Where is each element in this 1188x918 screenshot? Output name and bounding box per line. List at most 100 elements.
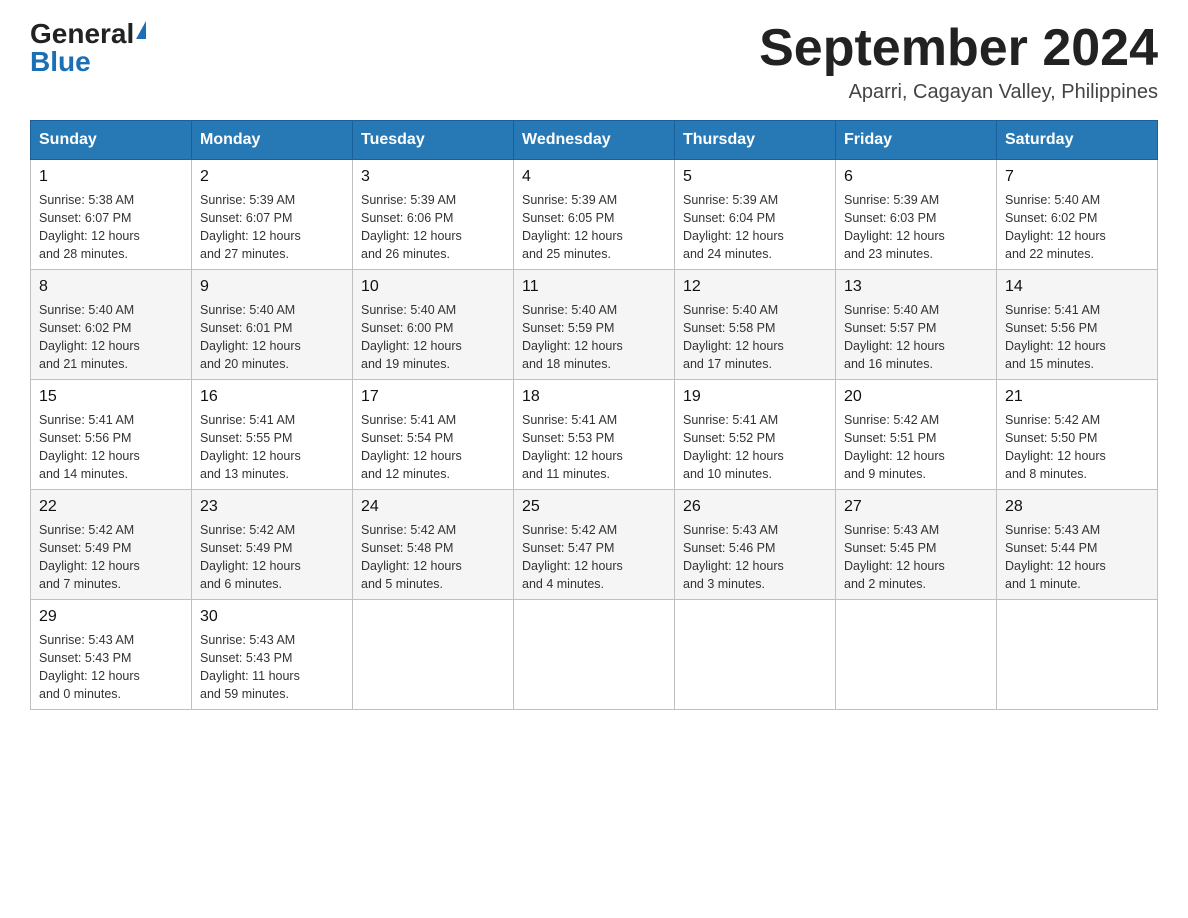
sunset-label: Sunset: bbox=[1005, 431, 1047, 445]
day-info: Sunrise: 5:41 AM Sunset: 5:52 PM Dayligh… bbox=[683, 411, 827, 484]
day-info: Sunrise: 5:39 AM Sunset: 6:04 PM Dayligh… bbox=[683, 191, 827, 264]
sunset-label: Sunset: bbox=[522, 321, 564, 335]
sunrise-label: Sunrise: bbox=[361, 413, 407, 427]
header-thursday: Thursday bbox=[675, 121, 836, 160]
day-info: Sunrise: 5:40 AM Sunset: 6:01 PM Dayligh… bbox=[200, 301, 344, 374]
calendar-cell: 22 Sunrise: 5:42 AM Sunset: 5:49 PM Dayl… bbox=[31, 490, 192, 600]
sunset-label: Sunset: bbox=[1005, 211, 1047, 225]
header-sunday: Sunday bbox=[31, 121, 192, 160]
sunrise-label: Sunrise: bbox=[39, 413, 85, 427]
sunset-label: Sunset: bbox=[39, 321, 81, 335]
sunrise-label: Sunrise: bbox=[522, 193, 568, 207]
day-info: Sunrise: 5:40 AM Sunset: 5:59 PM Dayligh… bbox=[522, 301, 666, 374]
sunset-label: Sunset: bbox=[200, 541, 242, 555]
calendar-cell: 8 Sunrise: 5:40 AM Sunset: 6:02 PM Dayli… bbox=[31, 270, 192, 380]
calendar-cell: 3 Sunrise: 5:39 AM Sunset: 6:06 PM Dayli… bbox=[353, 160, 514, 270]
sunrise-label: Sunrise: bbox=[683, 303, 729, 317]
daylight-label: Daylight: bbox=[361, 449, 410, 463]
sunrise-label: Sunrise: bbox=[683, 413, 729, 427]
day-number: 5 bbox=[683, 166, 827, 188]
week-row-1: 1 Sunrise: 5:38 AM Sunset: 6:07 PM Dayli… bbox=[31, 160, 1158, 270]
day-info: Sunrise: 5:40 AM Sunset: 5:57 PM Dayligh… bbox=[844, 301, 988, 374]
sunrise-label: Sunrise: bbox=[361, 523, 407, 537]
day-number: 21 bbox=[1005, 386, 1149, 408]
day-number: 17 bbox=[361, 386, 505, 408]
daylight-label: Daylight: bbox=[200, 449, 249, 463]
logo-blue-text: Blue bbox=[30, 48, 91, 76]
daylight-label: Daylight: bbox=[39, 339, 88, 353]
sunset-label: Sunset: bbox=[361, 431, 403, 445]
sunset-label: Sunset: bbox=[1005, 321, 1047, 335]
daylight-label: Daylight: bbox=[844, 229, 893, 243]
sunrise-label: Sunrise: bbox=[200, 193, 246, 207]
day-number: 3 bbox=[361, 166, 505, 188]
calendar-cell: 4 Sunrise: 5:39 AM Sunset: 6:05 PM Dayli… bbox=[514, 160, 675, 270]
day-number: 27 bbox=[844, 496, 988, 518]
title-block: September 2024 Aparri, Cagayan Valley, P… bbox=[759, 20, 1158, 104]
page-header: General Blue September 2024 Aparri, Caga… bbox=[30, 20, 1158, 104]
calendar-cell: 20 Sunrise: 5:42 AM Sunset: 5:51 PM Dayl… bbox=[836, 380, 997, 490]
day-number: 1 bbox=[39, 166, 183, 188]
day-number: 14 bbox=[1005, 276, 1149, 298]
sunrise-label: Sunrise: bbox=[844, 193, 890, 207]
calendar-cell: 24 Sunrise: 5:42 AM Sunset: 5:48 PM Dayl… bbox=[353, 490, 514, 600]
day-info: Sunrise: 5:41 AM Sunset: 5:56 PM Dayligh… bbox=[1005, 301, 1149, 374]
sunset-label: Sunset: bbox=[39, 211, 81, 225]
day-number: 18 bbox=[522, 386, 666, 408]
day-info: Sunrise: 5:41 AM Sunset: 5:54 PM Dayligh… bbox=[361, 411, 505, 484]
sunset-label: Sunset: bbox=[844, 321, 886, 335]
day-info: Sunrise: 5:43 AM Sunset: 5:43 PM Dayligh… bbox=[39, 631, 183, 704]
header-saturday: Saturday bbox=[997, 121, 1158, 160]
daylight-label: Daylight: bbox=[522, 229, 571, 243]
sunrise-label: Sunrise: bbox=[1005, 413, 1051, 427]
calendar-cell: 9 Sunrise: 5:40 AM Sunset: 6:01 PM Dayli… bbox=[192, 270, 353, 380]
daylight-label: Daylight: bbox=[844, 449, 893, 463]
day-info: Sunrise: 5:43 AM Sunset: 5:43 PM Dayligh… bbox=[200, 631, 344, 704]
daylight-label: Daylight: bbox=[200, 339, 249, 353]
day-number: 15 bbox=[39, 386, 183, 408]
day-number: 4 bbox=[522, 166, 666, 188]
sunset-label: Sunset: bbox=[683, 431, 725, 445]
sunset-label: Sunset: bbox=[683, 211, 725, 225]
daylight-label: Daylight: bbox=[361, 229, 410, 243]
sunset-label: Sunset: bbox=[522, 211, 564, 225]
day-number: 23 bbox=[200, 496, 344, 518]
day-number: 29 bbox=[39, 606, 183, 628]
day-info: Sunrise: 5:38 AM Sunset: 6:07 PM Dayligh… bbox=[39, 191, 183, 264]
calendar-cell bbox=[997, 600, 1158, 710]
day-number: 9 bbox=[200, 276, 344, 298]
day-info: Sunrise: 5:39 AM Sunset: 6:07 PM Dayligh… bbox=[200, 191, 344, 264]
calendar-table: SundayMondayTuesdayWednesdayThursdayFrid… bbox=[30, 120, 1158, 710]
day-number: 16 bbox=[200, 386, 344, 408]
daylight-label: Daylight: bbox=[39, 559, 88, 573]
logo-triangle-icon bbox=[136, 21, 146, 39]
day-info: Sunrise: 5:39 AM Sunset: 6:05 PM Dayligh… bbox=[522, 191, 666, 264]
day-number: 30 bbox=[200, 606, 344, 628]
daylight-label: Daylight: bbox=[200, 229, 249, 243]
calendar-cell: 2 Sunrise: 5:39 AM Sunset: 6:07 PM Dayli… bbox=[192, 160, 353, 270]
day-info: Sunrise: 5:40 AM Sunset: 6:02 PM Dayligh… bbox=[39, 301, 183, 374]
sunrise-label: Sunrise: bbox=[200, 633, 246, 647]
day-info: Sunrise: 5:41 AM Sunset: 5:55 PM Dayligh… bbox=[200, 411, 344, 484]
day-info: Sunrise: 5:40 AM Sunset: 6:02 PM Dayligh… bbox=[1005, 191, 1149, 264]
daylight-label: Daylight: bbox=[1005, 339, 1054, 353]
sunset-label: Sunset: bbox=[361, 541, 403, 555]
calendar-cell: 10 Sunrise: 5:40 AM Sunset: 6:00 PM Dayl… bbox=[353, 270, 514, 380]
sunrise-label: Sunrise: bbox=[683, 193, 729, 207]
calendar-cell: 5 Sunrise: 5:39 AM Sunset: 6:04 PM Dayli… bbox=[675, 160, 836, 270]
day-number: 12 bbox=[683, 276, 827, 298]
sunrise-label: Sunrise: bbox=[361, 193, 407, 207]
day-number: 26 bbox=[683, 496, 827, 518]
day-number: 20 bbox=[844, 386, 988, 408]
day-info: Sunrise: 5:39 AM Sunset: 6:03 PM Dayligh… bbox=[844, 191, 988, 264]
sunrise-label: Sunrise: bbox=[844, 413, 890, 427]
calendar-cell: 17 Sunrise: 5:41 AM Sunset: 5:54 PM Dayl… bbox=[353, 380, 514, 490]
sunrise-label: Sunrise: bbox=[844, 523, 890, 537]
week-row-3: 15 Sunrise: 5:41 AM Sunset: 5:56 PM Dayl… bbox=[31, 380, 1158, 490]
day-number: 13 bbox=[844, 276, 988, 298]
sunrise-label: Sunrise: bbox=[522, 523, 568, 537]
daylight-label: Daylight: bbox=[39, 669, 88, 683]
sunset-label: Sunset: bbox=[844, 431, 886, 445]
calendar-cell: 26 Sunrise: 5:43 AM Sunset: 5:46 PM Dayl… bbox=[675, 490, 836, 600]
sunrise-label: Sunrise: bbox=[200, 413, 246, 427]
